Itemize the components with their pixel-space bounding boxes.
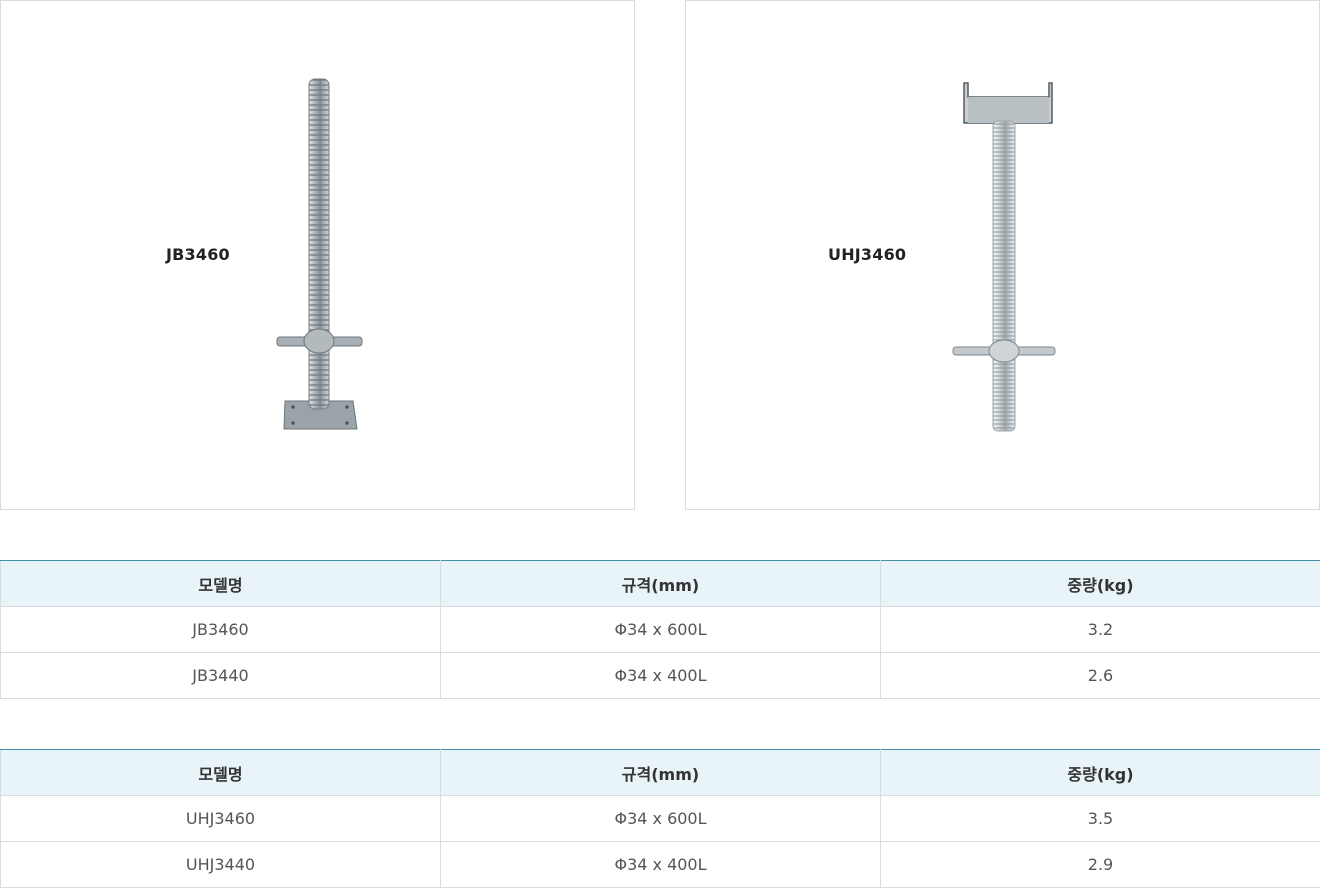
table-row: JB3460 Φ34 x 600L 3.2 (0, 606, 1320, 653)
table-row: UHJ3460 Φ34 x 600L 3.5 (0, 795, 1320, 842)
table-header-row: 모델명 규격(mm) 중량(kg) (0, 749, 1320, 796)
cell-model: JB3460 (0, 606, 441, 653)
spec-table-uhj: 모델명 규격(mm) 중량(kg) UHJ3460 Φ34 x 600L 3.5… (0, 749, 1320, 888)
product-panel-jb3460: JB3460 (0, 0, 635, 510)
table-row: UHJ3440 Φ34 x 400L 2.9 (0, 841, 1320, 888)
cell-spec: Φ34 x 400L (440, 652, 881, 699)
table-header-row: 모델명 규격(mm) 중량(kg) (0, 560, 1320, 607)
column-header-model: 모델명 (0, 560, 441, 607)
cell-model: JB3440 (0, 652, 441, 699)
cell-model: UHJ3460 (0, 795, 441, 842)
table-row: JB3440 Φ34 x 400L 2.6 (0, 652, 1320, 699)
spec-table-jb: 모델명 규격(mm) 중량(kg) JB3460 Φ34 x 600L 3.2 … (0, 560, 1320, 699)
column-header-weight: 중량(kg) (880, 560, 1320, 607)
cell-weight: 3.2 (880, 606, 1320, 653)
product-panel-uhj3460: UHJ3460 (685, 0, 1320, 510)
column-header-model: 모델명 (0, 749, 441, 796)
cell-spec: Φ34 x 600L (440, 795, 881, 842)
cell-model: UHJ3440 (0, 841, 441, 888)
jack-base-icon (276, 78, 363, 430)
cell-weight: 2.9 (880, 841, 1320, 888)
column-header-spec: 규격(mm) (440, 560, 881, 607)
cell-weight: 2.6 (880, 652, 1320, 699)
column-header-spec: 규격(mm) (440, 749, 881, 796)
u-head-jack-icon (952, 82, 1056, 432)
cell-weight: 3.5 (880, 795, 1320, 842)
column-header-weight: 중량(kg) (880, 749, 1320, 796)
cell-spec: Φ34 x 400L (440, 841, 881, 888)
cell-spec: Φ34 x 600L (440, 606, 881, 653)
